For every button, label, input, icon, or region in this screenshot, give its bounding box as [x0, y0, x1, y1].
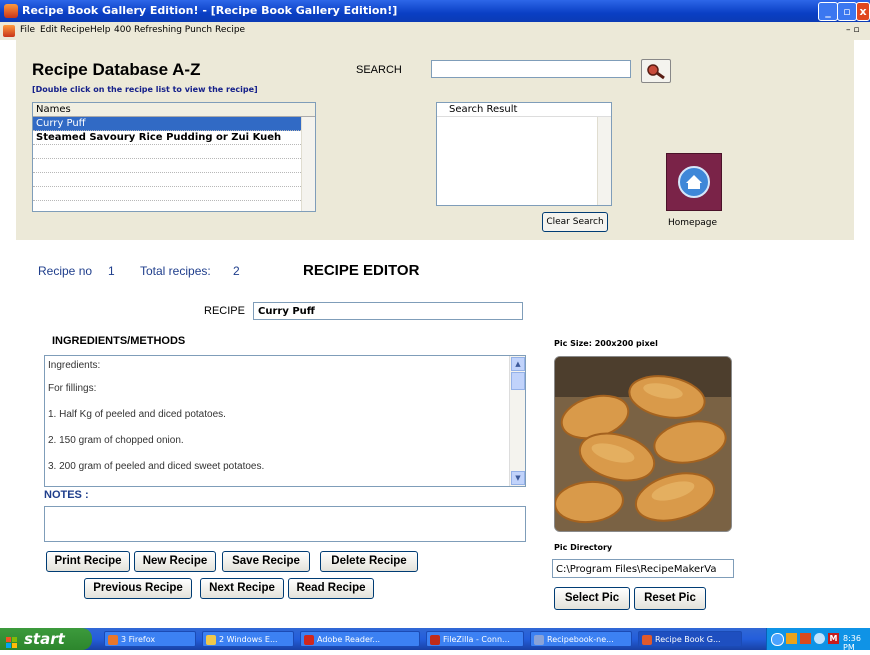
taskbar-item-explorer[interactable]: 2 Windows E...: [202, 631, 294, 647]
names-list[interactable]: Names Curry Puff Steamed Savoury Rice Pu…: [32, 102, 316, 212]
taskbar-item-recipe-book-gallery[interactable]: Recipe Book G...: [638, 631, 742, 647]
new-recipe-button[interactable]: New Recipe: [134, 551, 216, 572]
search-icon: [647, 64, 665, 80]
taskbar-item-recipebook[interactable]: Recipebook-ne...: [530, 631, 632, 647]
recipe-database-panel: Recipe Database A-Z [Double click on the…: [16, 40, 854, 240]
ingredients-line: 3. 200 gram of peeled and diced sweet po…: [48, 461, 265, 472]
read-recipe-button[interactable]: Read Recipe: [288, 578, 374, 599]
menu-help[interactable]: Help: [90, 25, 111, 35]
list-item[interactable]: [33, 145, 315, 159]
taskbar-item-label: Recipebook-ne...: [547, 635, 614, 644]
start-label: start: [24, 630, 65, 648]
minimize-button[interactable]: _: [818, 2, 838, 21]
list-item[interactable]: [33, 187, 315, 201]
notes-field[interactable]: [44, 506, 526, 542]
menu-punch-recipe[interactable]: 400 Refreshing Punch Recipe: [114, 25, 245, 35]
notes-label: NOTES :: [44, 489, 89, 501]
menu-recipe[interactable]: Recipe: [60, 25, 90, 35]
network-icon[interactable]: [771, 633, 784, 646]
filezilla-icon: [430, 635, 440, 645]
search-label: SEARCH: [356, 64, 402, 76]
document-icon: [3, 25, 15, 37]
select-pic-button[interactable]: Select Pic: [554, 587, 630, 610]
ingredients-line: Ingredients:: [48, 360, 101, 371]
search-button[interactable]: [641, 59, 671, 83]
mail-icon[interactable]: M: [828, 633, 839, 644]
title-bar: Recipe Book Gallery Edition! - [Recipe B…: [0, 0, 870, 22]
system-tray: M 8:36 PM: [766, 628, 870, 652]
previous-recipe-button[interactable]: Previous Recipe: [84, 578, 192, 599]
scroll-down-icon[interactable]: ▼: [511, 471, 525, 485]
app-icon: [4, 4, 18, 18]
menu-bar: File Edit Recipe Help 400 Refreshing Pun…: [0, 22, 870, 40]
recipe-label: RECIPE: [204, 305, 245, 317]
delete-recipe-button[interactable]: Delete Recipe: [320, 551, 418, 572]
pic-directory-field[interactable]: C:\Program Files\RecipeMakerVa: [552, 559, 734, 578]
taskbar-item-label: 3 Firefox: [121, 635, 156, 644]
recipe-picture: [554, 356, 732, 532]
ingredients-scrollbar[interactable]: ▲ ▼: [509, 356, 525, 486]
recipe-app-icon: [642, 635, 652, 645]
close-button[interactable]: x: [856, 2, 870, 21]
taskbar-item-filezilla[interactable]: FileZilla - Conn...: [426, 631, 524, 647]
list-item[interactable]: [33, 159, 315, 173]
ingredients-textarea[interactable]: Ingredients: For fillings: 1. Half Kg of…: [44, 355, 526, 487]
homepage-button[interactable]: [666, 153, 722, 211]
taskbar-item-label: 2 Windows E...: [219, 635, 278, 644]
ingredients-line: For fillings:: [48, 383, 97, 394]
database-hint: [Double click on the recipe list to view…: [32, 85, 258, 94]
database-heading: Recipe Database A-Z: [32, 60, 201, 79]
total-recipes-label: Total recipes:: [140, 264, 211, 278]
menu-file[interactable]: File: [20, 25, 35, 35]
ingredients-line: 2. 150 gram of chopped onion.: [48, 435, 184, 446]
scroll-thumb[interactable]: [511, 372, 525, 390]
tray-app-icon[interactable]: [800, 633, 811, 644]
recipe-no-value: 1: [108, 264, 115, 278]
editor-title: RECIPE EDITOR: [303, 262, 420, 279]
names-header: Names: [33, 103, 315, 117]
maximize-button[interactable]: ▫: [837, 2, 857, 21]
homepage-label: Homepage: [668, 218, 718, 228]
next-recipe-button[interactable]: Next Recipe: [200, 578, 284, 599]
ingredients-label: INGREDIENTS/METHODS: [52, 335, 186, 347]
reset-pic-button[interactable]: Reset Pic: [634, 587, 706, 610]
folder-icon: [206, 635, 216, 645]
taskbar-item-label: Recipe Book G...: [655, 635, 721, 644]
taskbar-item-label: FileZilla - Conn...: [443, 635, 510, 644]
list-item[interactable]: Steamed Savoury Rice Pudding or Zui Kueh: [33, 131, 315, 145]
firefox-icon: [108, 635, 118, 645]
search-result-list[interactable]: Search Result: [436, 102, 612, 206]
search-result-header: Search Result: [437, 103, 611, 117]
taskbar-item-firefox[interactable]: 3 Firefox: [104, 631, 196, 647]
menu-edit[interactable]: Edit: [40, 25, 57, 35]
pic-directory-label: Pic Directory: [554, 543, 613, 552]
tray-app-icon[interactable]: [814, 633, 825, 644]
total-recipes-value: 2: [233, 264, 240, 278]
tray-app-icon[interactable]: [786, 633, 797, 644]
curry-puff-photo: [555, 357, 731, 531]
search-input[interactable]: [431, 60, 631, 78]
search-result-scrollbar[interactable]: [597, 117, 611, 205]
print-recipe-button[interactable]: Print Recipe: [46, 551, 130, 572]
taskbar-item-label: Adobe Reader...: [317, 635, 381, 644]
taskbar-item-adobe[interactable]: Adobe Reader...: [300, 631, 420, 647]
app-icon: [534, 635, 544, 645]
mdi-controls[interactable]: – ▫: [846, 25, 859, 35]
names-scrollbar[interactable]: [301, 117, 315, 211]
list-item[interactable]: [33, 173, 315, 187]
clear-search-button[interactable]: Clear Search: [542, 212, 608, 232]
pic-size-label: Pic Size: 200x200 pixel: [554, 339, 658, 348]
start-button[interactable]: start: [0, 628, 92, 650]
recipe-no-label: Recipe no: [38, 264, 93, 278]
windows-logo-icon: [6, 633, 18, 648]
window-title: Recipe Book Gallery Edition! - [Recipe B…: [22, 4, 398, 17]
save-recipe-button[interactable]: Save Recipe: [222, 551, 310, 572]
clock: 8:36 PM: [843, 634, 861, 652]
scroll-up-icon[interactable]: ▲: [511, 357, 525, 371]
home-icon: [678, 166, 710, 198]
ingredients-line: 1. Half Kg of peeled and diced potatoes.: [48, 409, 226, 420]
list-item[interactable]: Curry Puff: [33, 117, 315, 131]
recipe-name-field[interactable]: Curry Puff: [253, 302, 523, 320]
pdf-icon: [304, 635, 314, 645]
